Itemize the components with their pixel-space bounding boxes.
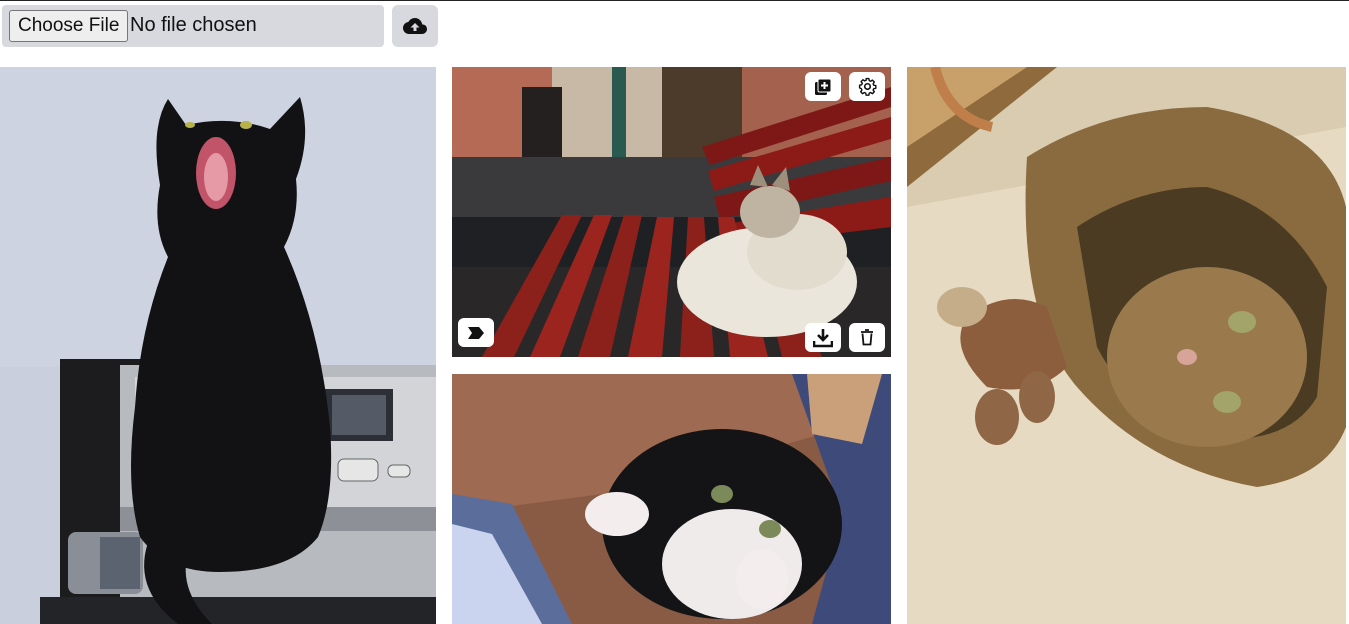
- gallery-image-kitten[interactable]: [452, 374, 891, 624]
- delete-button[interactable]: [849, 323, 885, 352]
- black-cat-photo: [0, 67, 436, 624]
- download-button[interactable]: [805, 323, 841, 352]
- bench-cat-photo: [452, 67, 891, 357]
- trash-icon: [861, 329, 873, 346]
- choose-file-button[interactable]: Choose File: [9, 10, 129, 42]
- gallery-image-bench-cat[interactable]: [452, 67, 891, 357]
- download-icon: [813, 328, 833, 347]
- file-input[interactable]: Choose File No file chosen: [2, 5, 384, 47]
- settings-button[interactable]: [849, 72, 885, 101]
- add-to-album-button[interactable]: [805, 72, 841, 101]
- top-border: [0, 0, 1349, 1]
- settings-icon: [858, 77, 877, 96]
- tabby-cat-photo: [907, 67, 1346, 624]
- cloud-upload-icon: [403, 18, 427, 34]
- add-to-album-icon: [815, 78, 832, 95]
- gallery-image-black-cat[interactable]: [0, 67, 436, 624]
- upload-button[interactable]: [392, 5, 438, 47]
- tag-icon: [468, 326, 484, 339]
- kitten-photo: [452, 374, 891, 624]
- file-status-text: No file chosen: [130, 14, 257, 36]
- tag-button[interactable]: [458, 318, 494, 347]
- gallery-image-tabby-cat[interactable]: [907, 67, 1346, 624]
